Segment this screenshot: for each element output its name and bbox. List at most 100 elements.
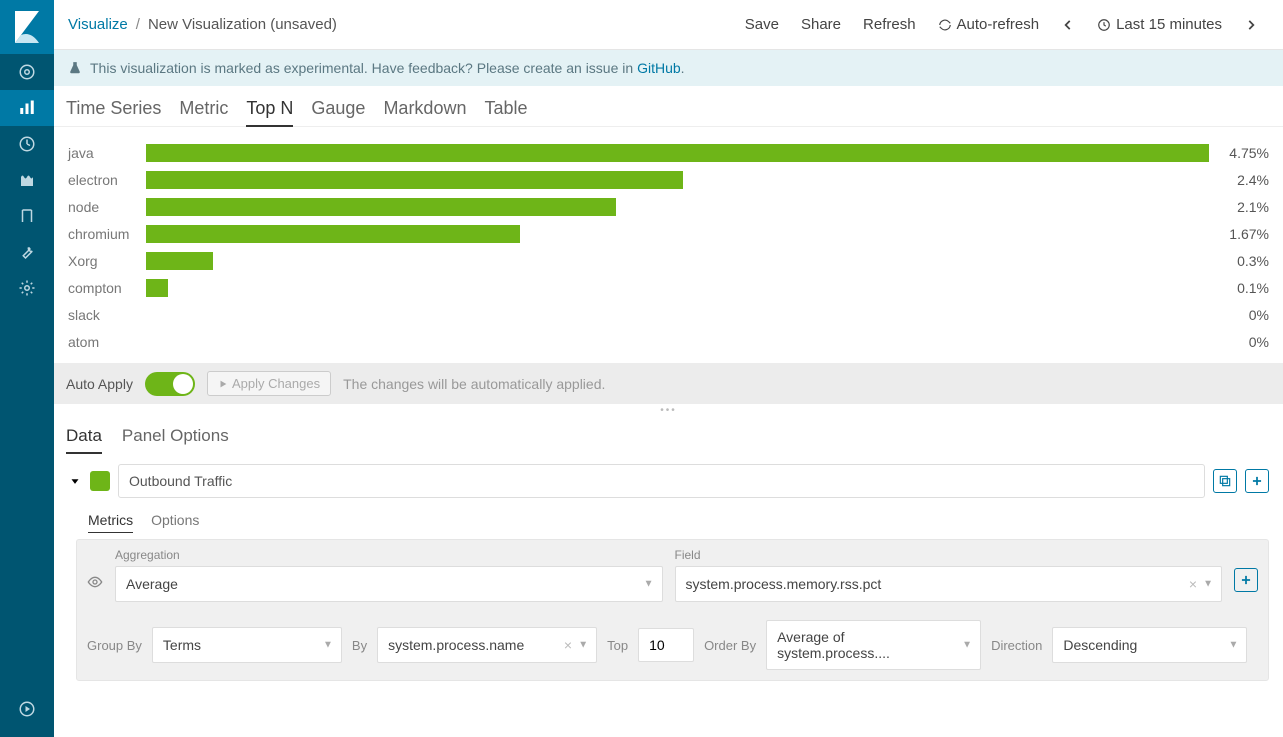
nav-management[interactable]	[0, 270, 54, 306]
direction-label: Direction	[991, 638, 1042, 653]
kibana-logo[interactable]	[0, 0, 54, 54]
chart-row-value: 1.67%	[1209, 226, 1269, 242]
nav-discover[interactable]	[0, 54, 54, 90]
time-prev-button[interactable]	[1050, 18, 1086, 32]
orderby-select[interactable]: Average of system.process.... ▼	[766, 620, 981, 670]
experimental-notice: This visualization is marked as experime…	[54, 50, 1283, 86]
chart-bar	[146, 198, 616, 216]
chart-row: chromium 1.67%	[68, 220, 1269, 247]
chart-row-label: atom	[68, 334, 146, 350]
aggregation-label: Aggregation	[115, 548, 663, 562]
series-color-swatch[interactable]	[90, 471, 110, 491]
auto-refresh-label: Auto-refresh	[957, 16, 1040, 33]
chart-row-label: compton	[68, 280, 146, 296]
clear-field-icon[interactable]: ×	[1189, 576, 1197, 592]
share-button[interactable]: Share	[790, 16, 852, 33]
chart-row-value: 4.75%	[1209, 145, 1269, 161]
chart-row: node 2.1%	[68, 193, 1269, 220]
auto-apply-toggle[interactable]	[145, 372, 195, 396]
caret-down-icon: ▼	[323, 640, 333, 651]
add-series-button[interactable]	[1245, 469, 1269, 493]
top-label: Top	[607, 638, 628, 653]
chart-bar	[146, 252, 213, 270]
by-field-select[interactable]: system.process.name × ▼	[377, 627, 597, 663]
nav-visualize[interactable]	[0, 90, 54, 126]
series-collapse-toggle[interactable]	[68, 474, 82, 488]
plus-icon	[1250, 474, 1264, 488]
chart-row: slack 0%	[68, 301, 1269, 328]
clone-series-button[interactable]	[1213, 469, 1237, 493]
chart-row-value: 0.3%	[1209, 253, 1269, 269]
refresh-icon	[938, 18, 952, 32]
chart-row-value: 0%	[1209, 334, 1269, 350]
caret-down-icon: ▼	[962, 640, 972, 651]
caret-down-icon: ▼	[644, 579, 654, 590]
flask-icon	[68, 61, 82, 75]
nav-apm[interactable]	[0, 198, 54, 234]
plus-icon	[1239, 573, 1253, 587]
groupby-select[interactable]: Terms ▼	[152, 627, 342, 663]
clock-icon	[1097, 18, 1111, 32]
panel-tab-panel-options[interactable]: Panel Options	[122, 422, 229, 454]
chart-row-value: 0%	[1209, 307, 1269, 323]
vis-tab-time-series[interactable]: Time Series	[66, 94, 161, 126]
time-picker[interactable]: Last 15 minutes	[1086, 16, 1233, 33]
breadcrumb-current: New Visualization (unsaved)	[148, 16, 337, 33]
vis-tab-table[interactable]: Table	[484, 94, 527, 126]
resize-handle[interactable]: •••	[54, 404, 1283, 416]
chart-bar	[146, 144, 1209, 162]
by-label: By	[352, 638, 367, 653]
play-icon	[218, 379, 228, 389]
auto-refresh-button[interactable]: Auto-refresh	[927, 16, 1051, 33]
chart-row-value: 2.1%	[1209, 199, 1269, 215]
chevron-left-icon	[1061, 18, 1075, 32]
orderby-label: Order By	[704, 638, 756, 653]
vis-tab-gauge[interactable]: Gauge	[311, 94, 365, 126]
chart-row-label: chromium	[68, 226, 146, 242]
chart-row: electron2.4%	[68, 166, 1269, 193]
nav-collapse[interactable]	[0, 691, 54, 727]
series-title-input[interactable]	[118, 464, 1205, 498]
chart-row-label: java	[68, 145, 146, 161]
metric-visibility-toggle[interactable]	[87, 548, 103, 595]
chart-row-label: slack	[68, 307, 146, 323]
copy-icon	[1218, 474, 1232, 488]
time-next-button[interactable]	[1233, 18, 1269, 32]
vis-tab-metric[interactable]: Metric	[179, 94, 228, 126]
chart-row-label: node	[68, 199, 146, 215]
breadcrumb-separator: /	[128, 16, 148, 33]
chart-row: Xorg 0.3%	[68, 247, 1269, 274]
field-select[interactable]: system.process.memory.rss.pct × ▼	[675, 566, 1223, 602]
caret-down-icon: ▼	[578, 640, 588, 651]
chart-row: java 4.75%	[68, 139, 1269, 166]
vis-tab-top-n[interactable]: Top N	[246, 94, 293, 127]
nav-dashboard[interactable]	[0, 126, 54, 162]
clear-by-icon[interactable]: ×	[564, 637, 572, 653]
nav-timelion[interactable]	[0, 162, 54, 198]
apply-note: The changes will be automatically applie…	[343, 376, 605, 392]
vis-tab-markdown[interactable]: Markdown	[383, 94, 466, 126]
breadcrumb-root[interactable]: Visualize	[68, 16, 128, 33]
caret-down-icon: ▼	[1228, 640, 1238, 651]
add-metric-button[interactable]	[1234, 568, 1258, 592]
topn-chart: java 4.75% electron2.4% node 2.1% chromium 1.6…	[54, 127, 1283, 363]
nav-devtools[interactable]	[0, 234, 54, 270]
direction-select[interactable]: Descending ▼	[1052, 627, 1247, 663]
chart-row-label: electron	[68, 172, 146, 188]
chart-row: atom 0%	[68, 328, 1269, 355]
apply-changes-button[interactable]: Apply Changes	[207, 371, 331, 396]
panel-tab-data[interactable]: Data	[66, 422, 102, 454]
chart-row-label: Xorg	[68, 253, 146, 269]
refresh-button[interactable]: Refresh	[852, 16, 927, 33]
auto-apply-label: Auto Apply	[66, 376, 133, 392]
caret-down-icon: ▼	[1203, 579, 1213, 590]
groupby-label: Group By	[87, 638, 142, 653]
notice-github-link[interactable]: GitHub	[637, 60, 681, 76]
chart-bar	[146, 279, 168, 297]
chart-row-value: 0.1%	[1209, 280, 1269, 296]
subtab-options[interactable]: Options	[151, 512, 199, 533]
subtab-metrics[interactable]: Metrics	[88, 512, 133, 533]
top-input[interactable]	[638, 628, 694, 662]
save-button[interactable]: Save	[734, 16, 790, 33]
aggregation-select[interactable]: Average ▼	[115, 566, 663, 602]
